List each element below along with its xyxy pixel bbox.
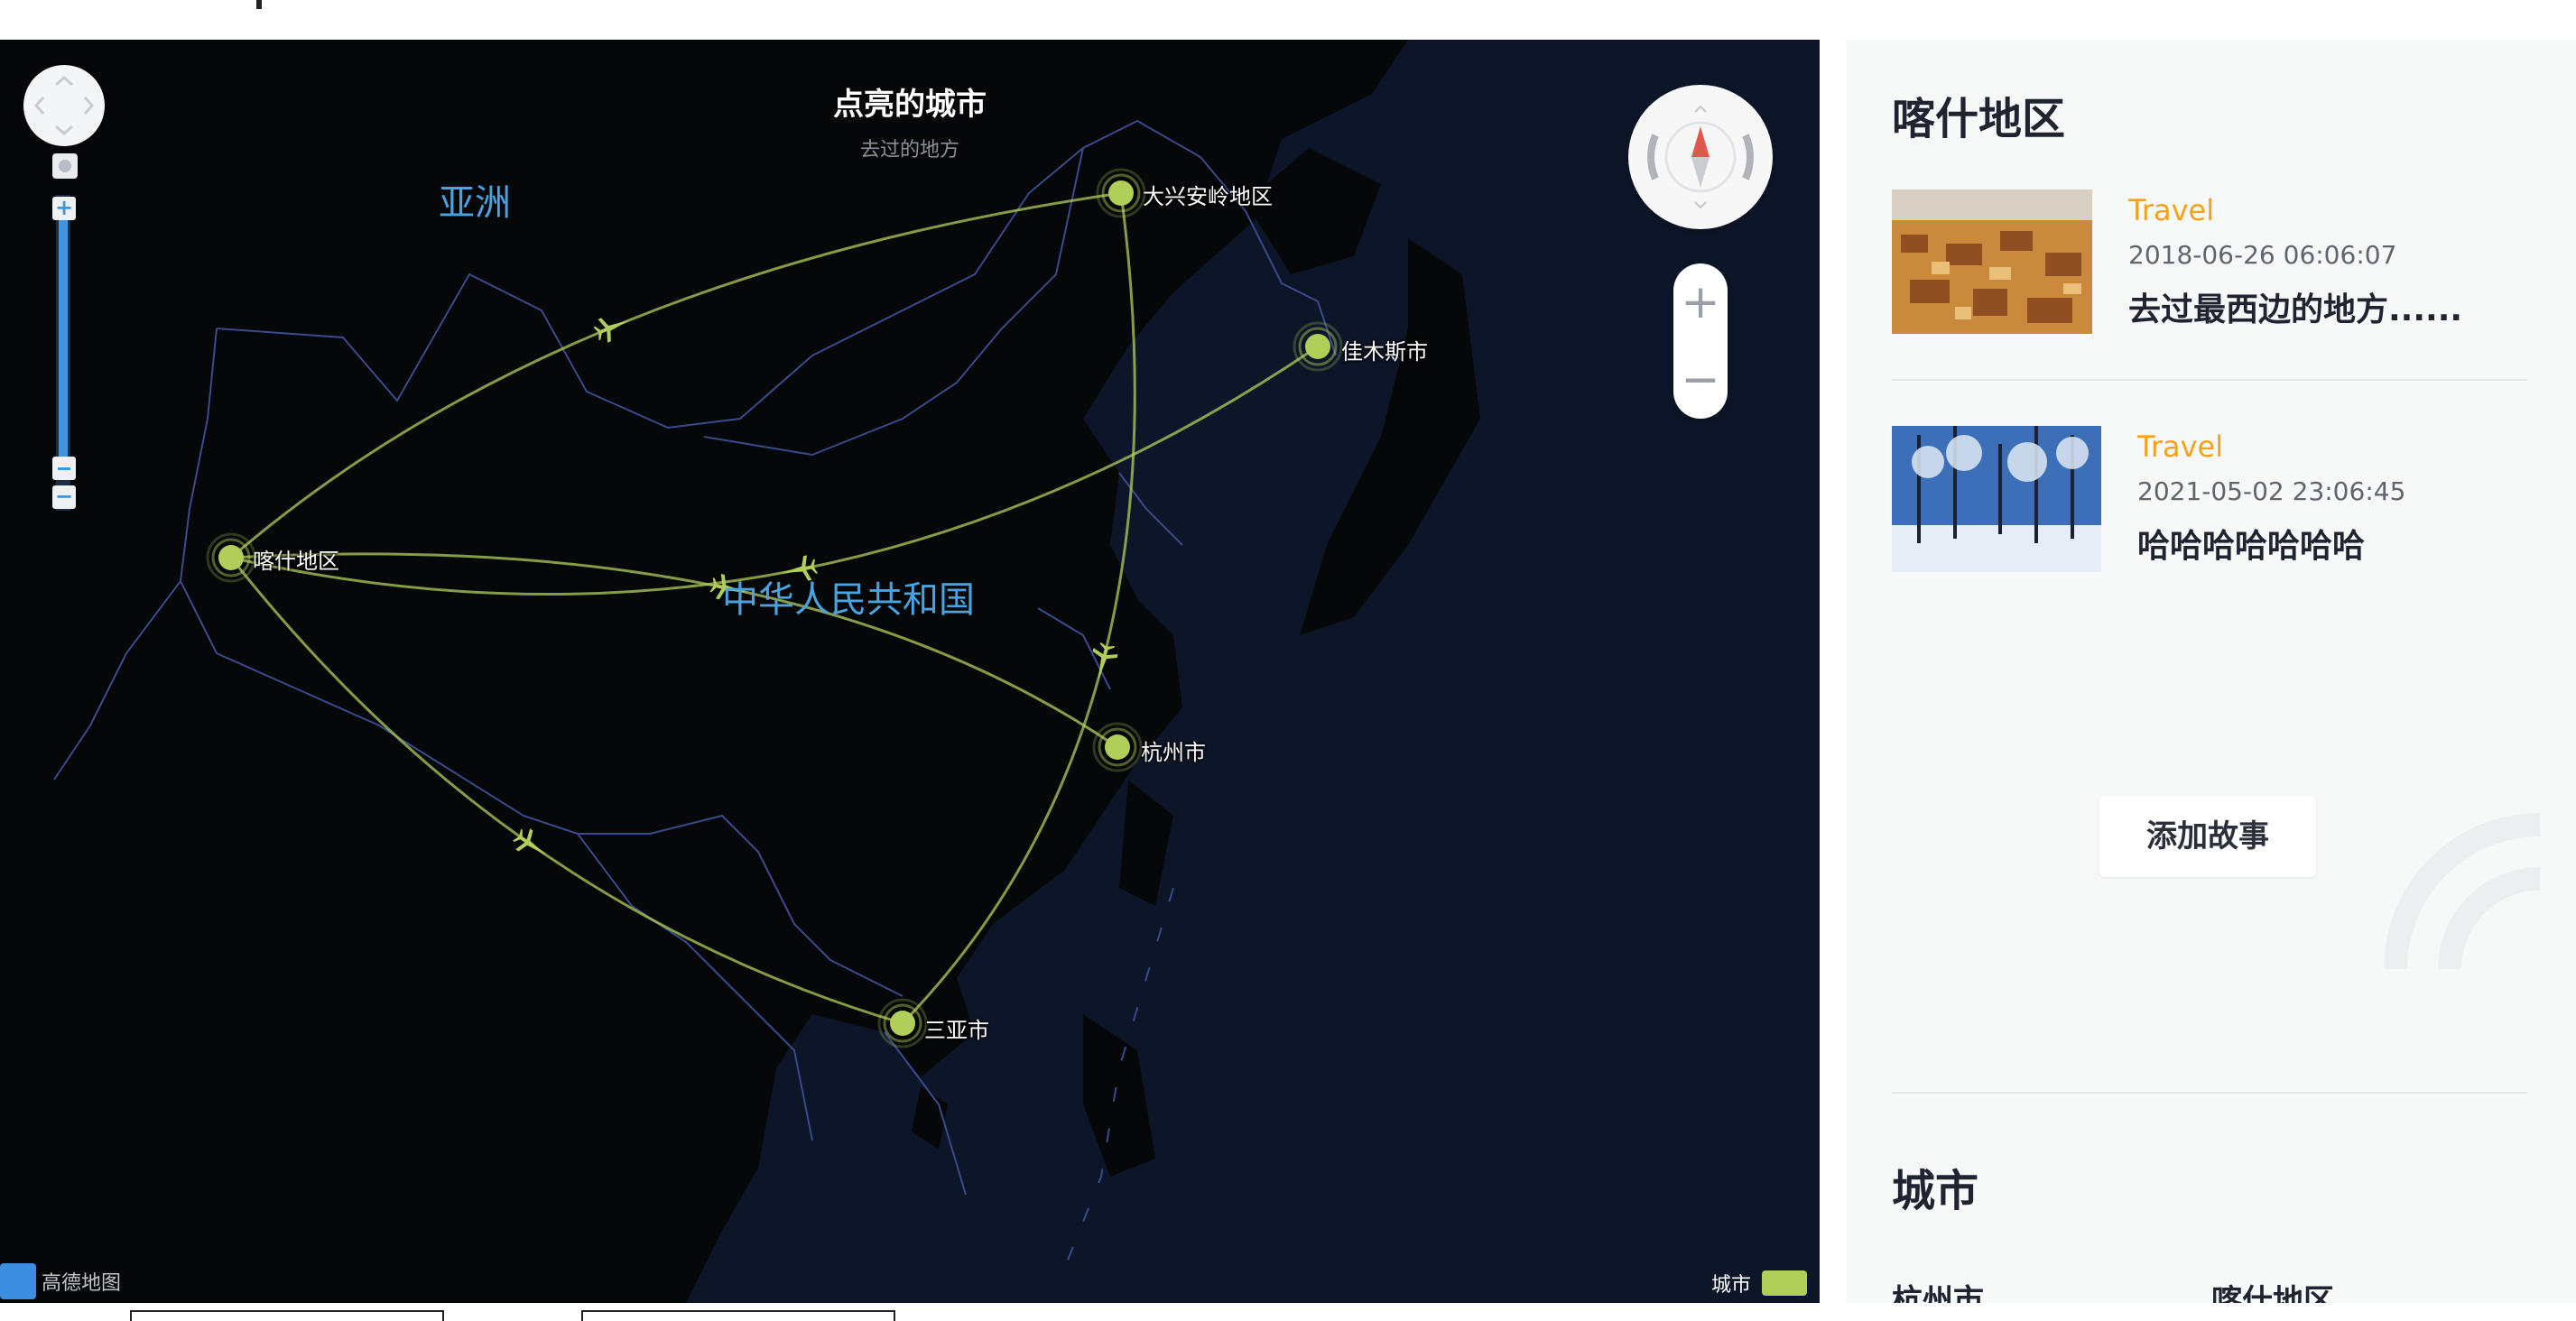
zoom-slider-handle[interactable] <box>52 457 76 480</box>
story-tag: Travel <box>2137 430 2224 464</box>
decorative-arc-icon <box>2384 813 2540 969</box>
compass-icon <box>1646 105 1755 209</box>
region-label-china: 中华人民共和国 <box>722 579 975 621</box>
pan-arrows-icon <box>33 75 95 136</box>
map-legend: 城市 <box>1711 1269 1808 1298</box>
map-view[interactable]: 点亮的城市 去过的地方 亚洲 中华人民共和国 大兴安岭地区 佳木斯市 喀什地区 … <box>0 40 1820 1303</box>
city-label-sanya[interactable]: 三亚市 <box>924 1012 989 1044</box>
bottom-tab[interactable] <box>581 1310 895 1321</box>
city-item[interactable]: 喀什地区 <box>2211 1276 2334 1303</box>
city-marker[interactable] <box>877 998 928 1048</box>
flight-route <box>230 345 1319 596</box>
city-label-daxinganling[interactable]: 大兴安岭地区 <box>1143 179 1273 210</box>
story-tag: Travel <box>2128 193 2215 227</box>
zoom-control: + − <box>1673 263 1728 419</box>
city-label-jiamusi[interactable]: 佳木斯市 <box>1341 334 1428 365</box>
city-marker[interactable] <box>1293 321 1343 372</box>
divider <box>1892 1092 2527 1094</box>
zoom-slider-fill <box>59 208 68 471</box>
city-marker[interactable] <box>1096 168 1146 218</box>
route-layer <box>206 168 1343 1048</box>
compass-control[interactable] <box>1628 85 1773 229</box>
city-item[interactable]: 杭州市 <box>1892 1276 1984 1303</box>
story-card[interactable]: Travel 2018-06-26 06:06:07 去过最西边的地方.....… <box>1892 189 2524 343</box>
map-logo-text: 高德地图 <box>42 1272 122 1295</box>
map-title: 点亮的城市 <box>833 87 987 123</box>
flight-route <box>229 557 903 1025</box>
story-text: 哈哈哈哈哈哈哈 <box>2137 528 2366 565</box>
story-thumbnail-snow[interactable] <box>1892 426 2101 572</box>
bottom-tab[interactable] <box>130 1310 444 1321</box>
plane-icon <box>1092 642 1118 679</box>
city-label-kashi[interactable]: 喀什地区 <box>253 543 339 575</box>
cursor-mark <box>256 0 262 9</box>
map-subtitle: 去过的地方 <box>859 139 959 162</box>
zoom-out-button[interactable]: − <box>1673 341 1728 419</box>
sidebar: 喀什地区 Travel 2018-06-26 06:06:07 去过最西边的地方… <box>1847 40 2576 1303</box>
story-card[interactable]: Travel 2021-05-02 23:06:45 哈哈哈哈哈哈哈 <box>1892 426 2524 579</box>
story-date: 2018-06-26 06:06:07 <box>2128 240 2397 270</box>
flight-route <box>230 191 1122 559</box>
zoom-slider-plus-button[interactable]: + <box>52 197 76 220</box>
zoom-in-button[interactable]: + <box>1673 263 1728 341</box>
map-logo: 高德地图 <box>0 1263 121 1299</box>
city-label-hangzhou[interactable]: 杭州市 <box>1141 734 1206 766</box>
city-marker[interactable] <box>1092 722 1143 772</box>
dot-icon <box>59 160 71 172</box>
amap-logo-icon <box>0 1263 36 1299</box>
minus-icon <box>58 467 70 470</box>
story-date: 2021-05-02 23:06:45 <box>2137 476 2406 506</box>
region-label-asia: 亚洲 <box>439 182 511 224</box>
story-text: 去过最西边的地方...... <box>2128 291 2463 328</box>
zoom-slider-minus-button[interactable]: − <box>52 485 76 509</box>
pan-control[interactable] <box>23 65 105 146</box>
divider <box>1892 379 2527 381</box>
legend-label: 城市 <box>1711 1274 1752 1297</box>
plane-icon <box>513 828 547 855</box>
legend-swatch[interactable] <box>1762 1270 1808 1296</box>
cities-title: 城市 <box>1892 1166 1979 1216</box>
region-title: 喀什地区 <box>1892 94 2066 144</box>
add-story-button[interactable]: 添加故事 <box>2099 796 2316 877</box>
story-thumbnail-city[interactable] <box>1892 189 2092 334</box>
reset-view-button[interactable] <box>52 153 78 179</box>
plane-icon <box>593 318 630 343</box>
